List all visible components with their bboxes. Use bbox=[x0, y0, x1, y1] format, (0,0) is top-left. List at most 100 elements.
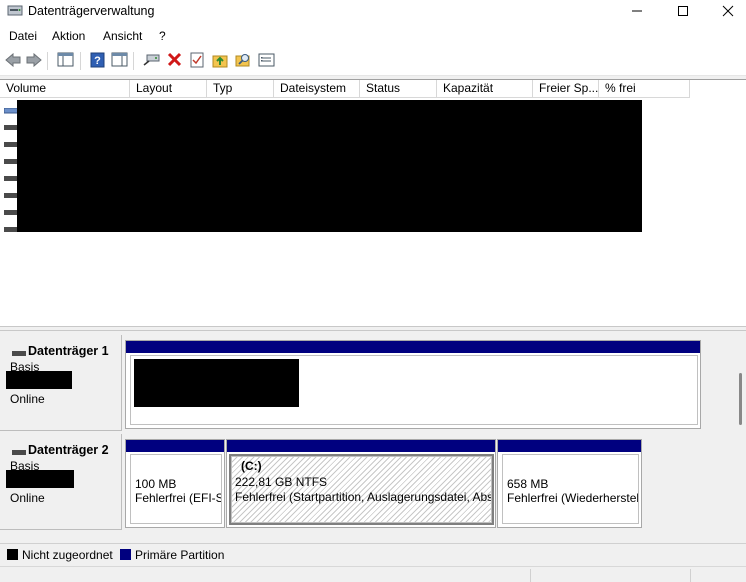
volume-icon bbox=[4, 222, 18, 232]
column-header-dateisystem[interactable]: Dateisystem bbox=[274, 80, 360, 98]
minimize-icon bbox=[631, 5, 643, 20]
unallocated-swatch bbox=[7, 549, 18, 560]
volume-icon bbox=[4, 120, 18, 130]
partition-status: Fehlerfrei (Startpartition, Auslagerungs… bbox=[235, 490, 492, 504]
search-folder-button[interactable] bbox=[234, 52, 252, 70]
redacted-disk-size bbox=[6, 470, 74, 488]
toolbar-separator bbox=[133, 52, 134, 70]
partition-size: 222,81 GB NTFS bbox=[235, 475, 328, 489]
disk-icon bbox=[12, 446, 26, 455]
back-arrow-icon bbox=[5, 52, 21, 70]
checklist-button[interactable] bbox=[188, 52, 206, 70]
menu-aktion[interactable]: Aktion bbox=[52, 29, 85, 43]
legend-primary: Primäre Partition bbox=[135, 548, 225, 562]
volume-icon bbox=[3, 103, 19, 114]
disk-icon bbox=[12, 347, 26, 356]
partition-body: 658 MB Fehlerfrei (Wiederherstel bbox=[502, 454, 639, 524]
partition-recovery[interactable]: 658 MB Fehlerfrei (Wiederherstel bbox=[497, 439, 642, 528]
disk-1-label[interactable]: Datenträger 1 Basis Online bbox=[0, 335, 122, 431]
disk-graphical-view: Datenträger 1 Basis Online Datenträger 2… bbox=[0, 331, 746, 541]
partition-label: (C:) bbox=[241, 459, 262, 473]
partition-size: 100 MB bbox=[135, 477, 177, 491]
maximize-icon bbox=[677, 5, 689, 20]
volume-icon bbox=[4, 188, 18, 198]
disk-name: Datenträger 2 bbox=[28, 443, 109, 457]
toolbar-separator bbox=[80, 52, 81, 70]
status-segment bbox=[530, 569, 531, 582]
redacted-partition-info bbox=[134, 359, 299, 407]
disk-management-app-icon bbox=[7, 4, 23, 18]
column-header-layout[interactable]: Layout bbox=[130, 80, 207, 98]
volume-list: Volume Layout Typ Dateisystem Status Kap… bbox=[0, 79, 746, 326]
menu-bar: Datei Aktion Ansicht ? bbox=[0, 24, 746, 46]
toolbar: ? bbox=[0, 46, 746, 76]
primary-partition-swatch bbox=[120, 549, 131, 560]
forward-button[interactable] bbox=[25, 52, 43, 70]
menu-help[interactable]: ? bbox=[159, 29, 166, 43]
close-icon bbox=[722, 5, 734, 20]
disk-2-label[interactable]: Datenträger 2 Basis Online bbox=[0, 434, 122, 530]
redacted-volume-rows bbox=[17, 100, 642, 232]
properties-icon bbox=[258, 53, 275, 70]
partition-c[interactable]: (C:) 222,81 GB NTFS Fehlerfrei (Startpar… bbox=[226, 439, 496, 528]
help-button[interactable]: ? bbox=[88, 52, 106, 70]
legend: Nicht zugeordnet Primäre Partition bbox=[0, 543, 746, 565]
volume-icon bbox=[4, 137, 18, 147]
folder-up-icon bbox=[212, 52, 228, 71]
column-header-status[interactable]: Status bbox=[360, 80, 437, 98]
partition-body: 100 MB Fehlerfrei (EFI-Sy bbox=[130, 454, 222, 524]
status-segment bbox=[690, 569, 691, 582]
svg-text:?: ? bbox=[94, 55, 101, 67]
minimize-button[interactable] bbox=[614, 0, 660, 24]
properties-button[interactable] bbox=[257, 52, 275, 70]
console-tree-icon bbox=[57, 52, 74, 70]
delete-icon bbox=[167, 52, 182, 70]
delete-button[interactable] bbox=[165, 52, 183, 70]
partition-efi[interactable]: 100 MB Fehlerfrei (EFI-Sy bbox=[125, 439, 225, 528]
legend-unallocated: Nicht zugeordnet bbox=[22, 548, 113, 562]
partition-status: Fehlerfrei (Wiederherstel bbox=[507, 491, 639, 505]
disk-1-partition[interactable] bbox=[125, 340, 701, 429]
properties-pane-button[interactable] bbox=[110, 52, 128, 70]
partition-body-selected: (C:) 222,81 GB NTFS Fehlerfrei (Startpar… bbox=[229, 454, 494, 525]
back-button[interactable] bbox=[4, 52, 22, 70]
column-header-freier-speicher[interactable]: Freier Sp... bbox=[533, 80, 599, 98]
folder-up-button[interactable] bbox=[211, 52, 229, 70]
connect-drive-icon bbox=[143, 52, 160, 70]
primary-partition-bar bbox=[498, 440, 641, 452]
column-header-prozent-frei[interactable]: % frei bbox=[599, 80, 690, 98]
checklist-icon bbox=[190, 52, 204, 71]
disk-status: Online bbox=[10, 392, 45, 406]
volume-icon bbox=[4, 154, 18, 164]
column-header-kapazitaet[interactable]: Kapazität bbox=[437, 80, 533, 98]
close-button[interactable] bbox=[705, 0, 746, 24]
partition-body bbox=[130, 355, 698, 425]
connect-drive-button[interactable] bbox=[142, 52, 160, 70]
search-folder-icon bbox=[235, 52, 251, 71]
help-icon: ? bbox=[90, 52, 105, 71]
menu-datei[interactable]: Datei bbox=[9, 29, 37, 43]
redacted-disk-size bbox=[6, 371, 72, 389]
column-header-volume[interactable]: Volume bbox=[0, 80, 130, 98]
console-tree-button[interactable] bbox=[56, 52, 74, 70]
menu-ansicht[interactable]: Ansicht bbox=[103, 29, 142, 43]
forward-arrow-icon bbox=[26, 52, 42, 70]
volume-icon bbox=[4, 205, 18, 215]
primary-partition-bar bbox=[126, 440, 224, 452]
properties-pane-icon bbox=[111, 52, 128, 70]
maximize-button[interactable] bbox=[660, 0, 706, 24]
disk-name: Datenträger 1 bbox=[28, 344, 109, 358]
title-bar: Datenträgerverwaltung bbox=[0, 0, 746, 24]
primary-partition-bar bbox=[227, 440, 495, 452]
column-header-typ[interactable]: Typ bbox=[207, 80, 274, 98]
primary-partition-bar bbox=[126, 341, 700, 353]
partition-size: 658 MB bbox=[507, 477, 549, 491]
status-bar bbox=[0, 566, 746, 582]
disk-status: Online bbox=[10, 491, 45, 505]
vertical-scrollbar[interactable] bbox=[734, 331, 746, 541]
partition-status: Fehlerfrei (EFI-Sy bbox=[135, 491, 222, 505]
window-title: Datenträgerverwaltung bbox=[28, 4, 155, 18]
volume-icon bbox=[4, 171, 18, 181]
scrollbar-thumb[interactable] bbox=[739, 373, 742, 425]
toolbar-separator bbox=[47, 52, 48, 70]
